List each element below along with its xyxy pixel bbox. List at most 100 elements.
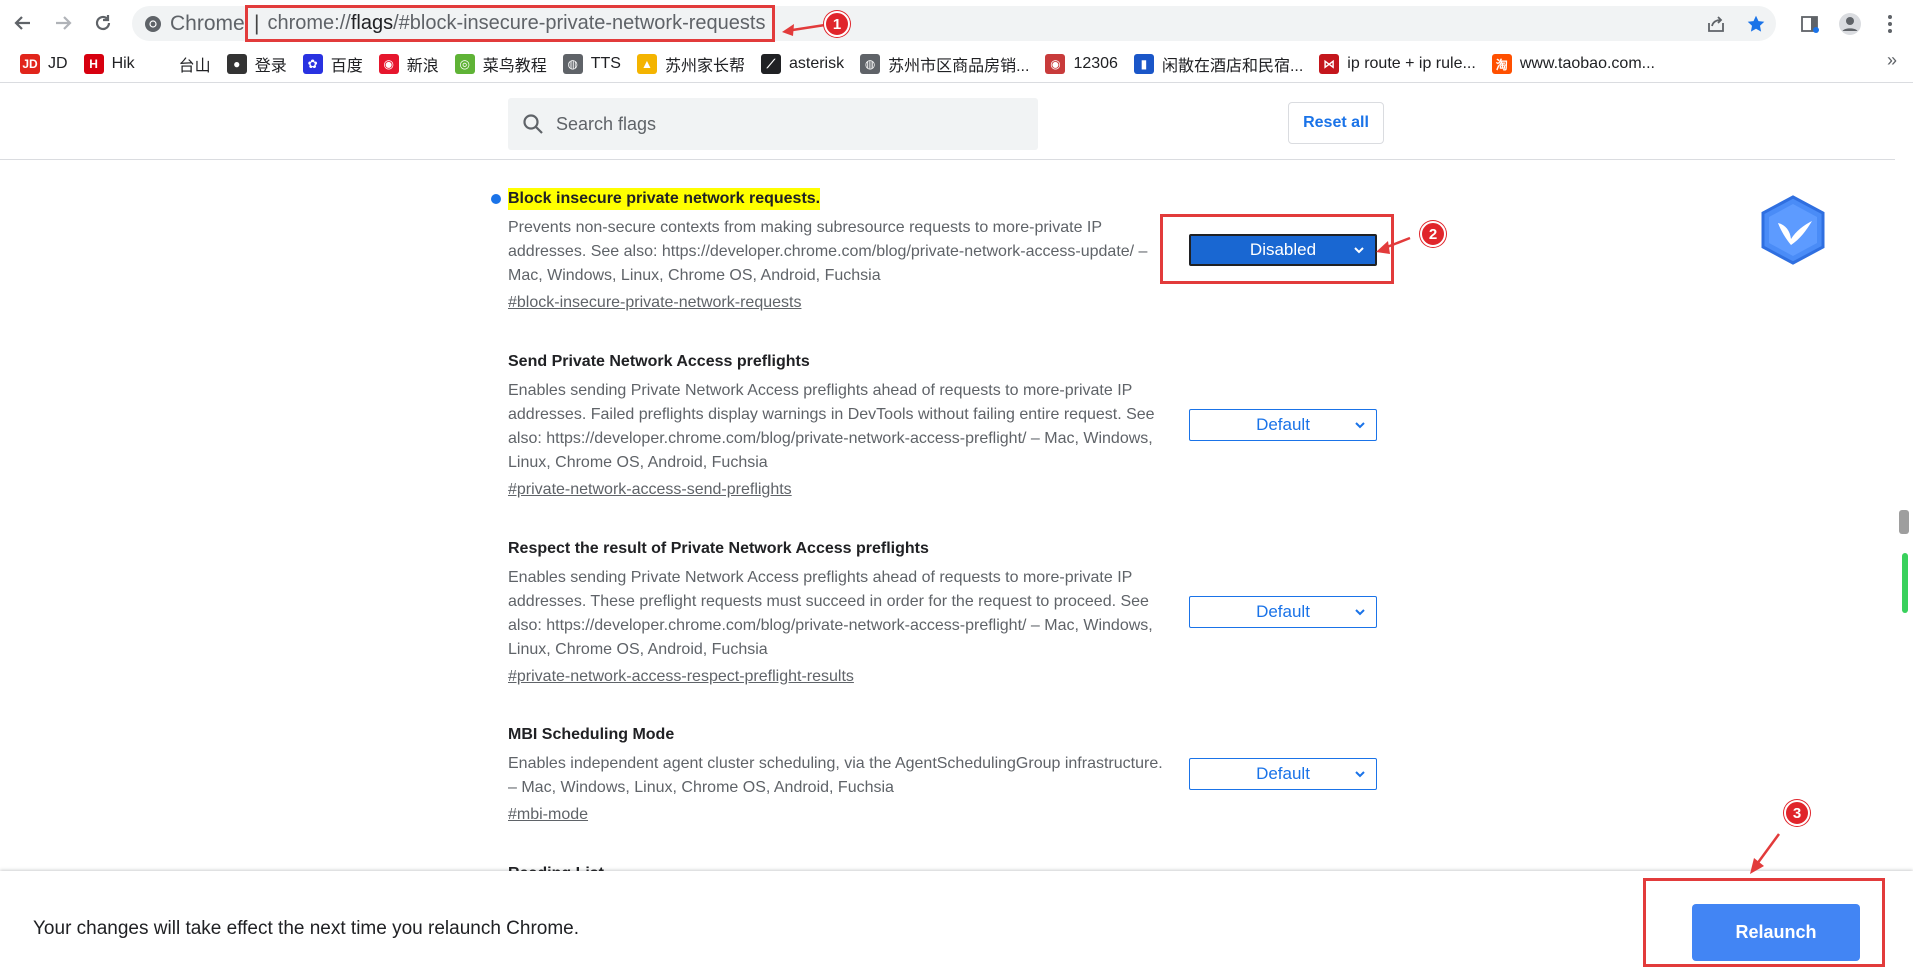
bookmark-item[interactable]: ◉ 新浪 (371, 49, 447, 79)
experiment-select[interactable]: Default (1189, 758, 1377, 790)
experiment-description: Enables sending Private Network Access p… (508, 382, 1155, 471)
experiment-send-preflights: Send Private Network Access preflights E… (508, 351, 1168, 502)
bookmark-favicon-icon: ▲ (636, 54, 657, 74)
profile-button[interactable] (1830, 6, 1870, 41)
search-icon (523, 114, 543, 134)
annotation-badge-2: 2 (1420, 221, 1446, 247)
bookmark-label: 苏州市区商品房销... (888, 58, 1030, 75)
experiment-anchor-link[interactable]: #mbi-mode (508, 803, 588, 827)
url-path: /#block-insecure-private-network-request… (393, 12, 766, 34)
bookmark-favicon-icon: ◍ (562, 54, 583, 74)
experiment-select[interactable]: Default (1189, 409, 1377, 441)
url-annotation-box: | chrome://flags/#block-insecure-private… (245, 5, 775, 42)
chevron-down-icon (1355, 771, 1365, 778)
bookmark-item[interactable]: ◎ 菜鸟教程 (447, 49, 555, 79)
bookmark-label: 登录 (254, 58, 287, 75)
bookmark-item[interactable]: ◍ TTS (555, 49, 629, 79)
bookmark-label: asterisk (788, 55, 845, 72)
bookmark-favicon-icon: ◎ (454, 54, 475, 74)
bookmark-label: 12306 (1073, 55, 1118, 72)
flags-header: Reset all (0, 83, 1895, 160)
browser-toolbar: Chrome | chrome://flags/#block-insecure-… (0, 0, 1913, 46)
bookmark-item[interactable]: ◉ 12306 (1037, 49, 1126, 79)
side-panel-icon (1801, 15, 1819, 33)
bookmark-label: 百度 (330, 58, 363, 75)
experiments-list: Block insecure private network requests.… (0, 161, 1895, 871)
bookmark-favicon-icon: H (83, 54, 104, 74)
chrome-logo-icon (145, 15, 161, 32)
side-panel-button[interactable] (1790, 6, 1830, 41)
select-value: Default (1256, 764, 1310, 783)
url-scheme: chrome:// (267, 12, 351, 34)
forward-button[interactable] (48, 8, 78, 38)
experiment-anchor-link[interactable]: #private-network-access-respect-prefligh… (508, 665, 854, 689)
toolbar-right (1790, 6, 1910, 41)
bookmark-item[interactable]: JD JD (12, 49, 76, 79)
search-input[interactable] (556, 113, 996, 135)
bookmark-favicon-icon (151, 54, 171, 74)
relaunch-bar: Your changes will take effect the next t… (0, 871, 1913, 968)
bookmark-favicon-icon: 淘 (1491, 54, 1512, 74)
bookmark-item[interactable]: ▲ 苏州家长帮 (629, 49, 753, 79)
page-scrollbar[interactable] (1895, 83, 1913, 873)
bookmarks-bar: JD JD H Hik 台山 ● 登录 ✿ 百度 ◉ 新浪 ◎ 菜鸟教程 ◍ TTS ▲ 苏州家长帮 ⟋ aster… (0, 46, 1913, 83)
bookmark-label: 闲散在酒店和民宿... (1161, 58, 1304, 75)
chevron-down-icon (1355, 609, 1365, 616)
experiment-title: Block insecure private network requests. (508, 188, 821, 210)
bookmark-label: 菜鸟教程 (482, 58, 547, 75)
bookmark-label: JD (48, 55, 68, 72)
experiment-anchor-link[interactable]: #block-insecure-private-network-requests (508, 291, 801, 315)
bookmark-item[interactable]: 台山 (143, 49, 219, 79)
kebab-menu-icon (1888, 14, 1892, 33)
experiment-title: Send Private Network Access preflights (508, 353, 810, 370)
bookmark-item[interactable]: ⟋ asterisk (753, 49, 852, 79)
reload-button[interactable] (88, 8, 118, 38)
reload-icon (95, 15, 111, 31)
url-separator: | (254, 11, 260, 35)
bookmark-label: www.taobao.com... (1519, 55, 1655, 72)
bookmark-item[interactable]: ▮ 闲散在酒店和民宿... (1126, 49, 1311, 79)
bookmark-favicon-icon: ● (226, 54, 247, 74)
url-host: flags (350, 12, 394, 34)
experiment-description: Enables sending Private Network Access p… (508, 569, 1153, 658)
experiment-reading-list: Reading List (508, 863, 1168, 871)
bookmarks-overflow-button[interactable]: » (1887, 50, 1897, 71)
search-box[interactable] (508, 98, 1038, 150)
experiment-respect-preflights: Respect the result of Private Network Ac… (508, 538, 1168, 689)
scrollbar-thumb[interactable] (1899, 510, 1909, 534)
url-text[interactable]: chrome://flags/#block-insecure-private-n… (267, 12, 765, 35)
bookmark-item[interactable]: 淘 www.taobao.com... (1484, 49, 1663, 79)
omnibox-actions (1696, 6, 1776, 41)
avatar-icon (1839, 12, 1861, 35)
bookmark-item[interactable]: H Hik (76, 49, 143, 79)
share-button[interactable] (1696, 6, 1736, 41)
bookmark-label: 台山 (178, 58, 211, 75)
bookmark-item[interactable]: ✿ 百度 (295, 49, 371, 79)
select-value: Default (1256, 602, 1310, 621)
bookmark-label: ip route + ip rule... (1347, 55, 1476, 72)
bookmark-item[interactable]: ⋈ ip route + ip rule... (1311, 49, 1484, 79)
reset-all-button[interactable]: Reset all (1288, 102, 1384, 144)
bookmark-item[interactable]: ◍ 苏州市区商品房销... (852, 49, 1037, 79)
experiment-select[interactable]: Default (1189, 596, 1377, 628)
bookmark-star-button[interactable] (1736, 6, 1776, 41)
bookmark-favicon-icon: ⟋ (760, 54, 781, 74)
extension-bird-icon[interactable] (1760, 195, 1826, 265)
bookmark-favicon-icon: ◍ (860, 54, 881, 74)
menu-button[interactable] (1870, 6, 1910, 41)
bookmark-label: 苏州家长帮 (664, 58, 745, 75)
bookmark-favicon-icon: ⋈ (1319, 54, 1340, 74)
experiment-mbi-mode: MBI Scheduling Mode Enables independent … (508, 724, 1168, 827)
experiment-anchor-link[interactable]: #private-network-access-send-preflights (508, 478, 792, 502)
annotation-box-3 (1643, 878, 1885, 967)
experiment-title: Respect the result of Private Network Ac… (508, 540, 929, 557)
site-info-chip[interactable]: Chrome (144, 6, 245, 41)
annotation-badge-3: 3 (1784, 800, 1810, 826)
select-value: Default (1256, 415, 1310, 434)
back-button[interactable] (8, 8, 38, 38)
address-bar[interactable]: Chrome | chrome://flags/#block-insecure-… (132, 5, 1776, 42)
bookmark-favicon-icon: JD (20, 54, 40, 74)
bookmark-item[interactable]: ● 登录 (219, 49, 295, 79)
share-icon (1708, 15, 1724, 32)
bookmark-favicon-icon: ◉ (378, 54, 399, 74)
